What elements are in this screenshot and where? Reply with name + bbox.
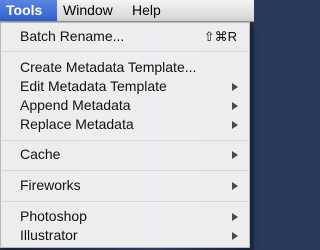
menu-tools[interactable]: Tools — [0, 0, 57, 21]
submenu-arrow-icon — [232, 182, 238, 190]
menu-item-create-metadata-template[interactable]: Create Metadata Template... — [1, 58, 249, 77]
menu-item-replace-metadata[interactable]: Replace Metadata — [1, 115, 249, 134]
menu-item-fireworks[interactable]: Fireworks — [1, 176, 249, 195]
submenu-arrow-icon — [232, 121, 238, 129]
menu-separator — [2, 140, 248, 141]
menu-item-label: Illustrator — [20, 227, 78, 243]
submenu-arrow-icon — [232, 151, 238, 159]
menu-item-label: Replace Metadata — [20, 116, 134, 132]
menu-item-label: Append Metadata — [20, 97, 131, 113]
submenu-arrow-icon — [232, 213, 238, 221]
menu-window[interactable]: Window — [57, 0, 126, 21]
menu-item-append-metadata[interactable]: Append Metadata — [1, 96, 249, 115]
menu-item-label: Batch Rename... — [20, 28, 125, 44]
menu-item-illustrator[interactable]: Illustrator — [1, 226, 249, 245]
menu-item-edit-metadata-template[interactable]: Edit Metadata Template — [1, 77, 249, 96]
menu-item-cache[interactable]: Cache — [1, 145, 249, 164]
menu-separator — [2, 201, 248, 202]
submenu-arrow-icon — [232, 102, 238, 110]
menu-item-label: Create Metadata Template... — [20, 59, 197, 75]
menu-help[interactable]: Help — [126, 0, 174, 21]
menu-item-label: Fireworks — [20, 177, 81, 193]
menu-item-photoshop[interactable]: Photoshop — [1, 207, 249, 226]
menu-item-label: Edit Metadata Template — [20, 78, 167, 94]
keyboard-shortcut: ⇧⌘R — [203, 29, 237, 44]
tools-dropdown-menu: Batch Rename... ⇧⌘R Create Metadata Temp… — [0, 22, 250, 248]
menu-item-batch-rename[interactable]: Batch Rename... ⇧⌘R — [1, 27, 249, 46]
submenu-arrow-icon — [232, 83, 238, 91]
menu-separator — [2, 51, 248, 52]
menu-separator — [2, 170, 248, 171]
menu-bar: Tools Window Help — [0, 0, 254, 22]
menu-item-label: Cache — [20, 146, 61, 162]
submenu-arrow-icon — [232, 232, 238, 240]
menu-item-label: Photoshop — [20, 208, 87, 224]
